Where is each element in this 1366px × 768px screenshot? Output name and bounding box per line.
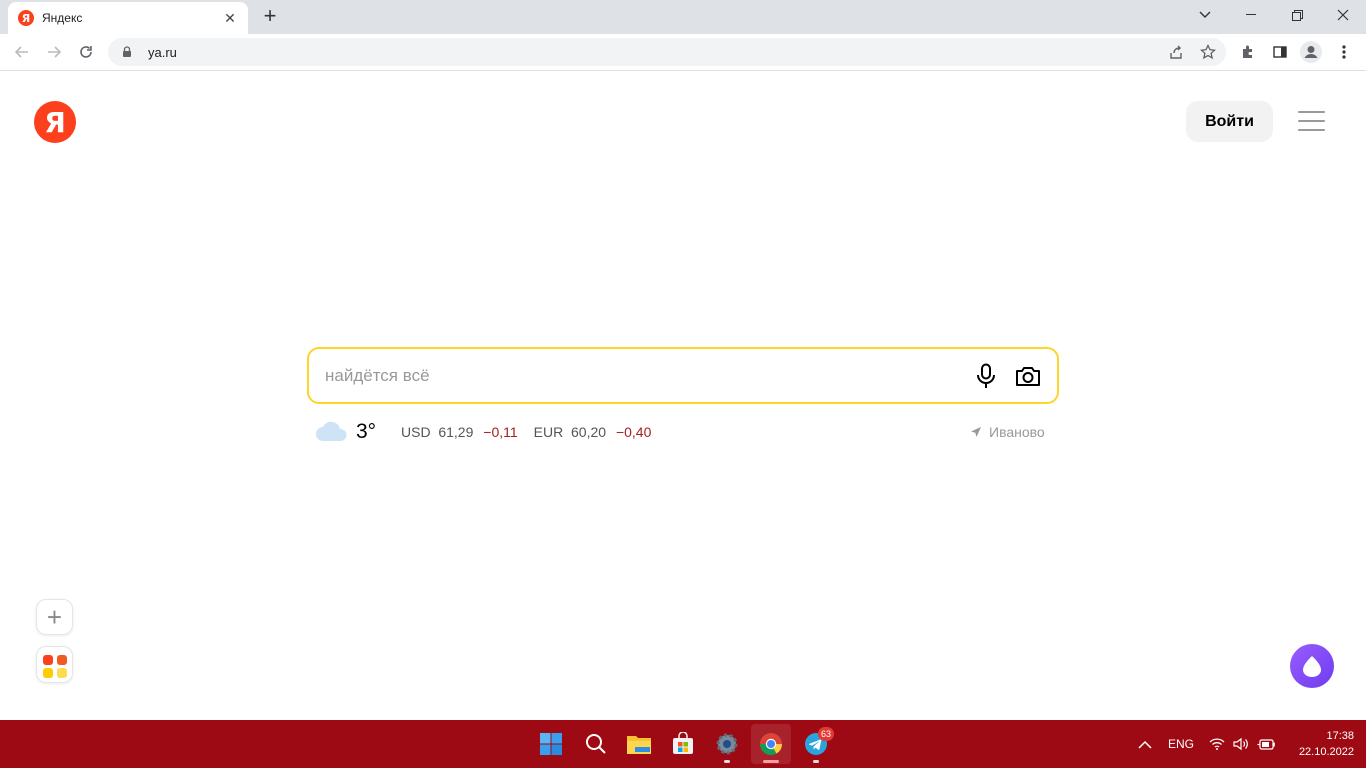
yandex-favicon-icon: Я (18, 10, 34, 26)
services-grid-button[interactable] (36, 646, 73, 683)
battery-icon[interactable] (1257, 720, 1275, 768)
search-box (307, 347, 1059, 404)
start-button[interactable] (531, 724, 571, 764)
tab-title: Яндекс (42, 11, 83, 25)
tab-close-icon[interactable]: ✕ (222, 10, 238, 27)
alice-assistant-button[interactable] (1290, 644, 1334, 688)
camera-search-icon[interactable] (1014, 362, 1042, 390)
rate-eur: EUR 60,20 −0,40 (533, 424, 652, 440)
telegram-icon[interactable]: 63 (796, 724, 836, 764)
browser-toolbar: ya.ru (0, 34, 1366, 71)
close-window-button[interactable] (1320, 0, 1366, 30)
address-bar[interactable]: ya.ru (108, 38, 1226, 66)
taskbar-search-icon[interactable] (576, 724, 616, 764)
back-button[interactable] (10, 40, 34, 64)
forward-button[interactable] (42, 40, 66, 64)
add-service-button[interactable]: + (36, 599, 73, 635)
extensions-icon[interactable] (1237, 41, 1259, 63)
reload-button[interactable] (74, 40, 98, 64)
new-tab-button[interactable]: + (258, 5, 282, 29)
tab-search-chevron-icon[interactable] (1182, 0, 1228, 30)
telegram-unread-badge: 63 (818, 727, 834, 741)
lock-icon (123, 46, 131, 57)
running-indicator (724, 760, 730, 763)
system-clock[interactable]: 17:38 22.10.2022 (1282, 728, 1354, 760)
side-panel-icon[interactable] (1269, 41, 1291, 63)
volume-icon[interactable] (1233, 720, 1249, 768)
rate-usd: USD 61,29 −0,11 (401, 424, 518, 440)
restore-button[interactable] (1274, 0, 1320, 30)
browser-tab-strip: Я Яндекс ✕ + (0, 0, 1366, 34)
location-arrow-icon (971, 427, 981, 437)
profile-avatar-icon[interactable] (1300, 41, 1322, 63)
bookmark-star-icon[interactable] (1197, 41, 1219, 63)
file-explorer-icon[interactable] (619, 724, 659, 764)
settings-gear-icon[interactable] (707, 724, 747, 764)
login-button[interactable]: Войти (1186, 101, 1273, 142)
clock-date: 22.10.2022 (1298, 746, 1354, 758)
microphone-icon[interactable] (972, 362, 1000, 390)
chrome-taskbar-icon[interactable] (751, 724, 791, 764)
services-grid-icon (43, 655, 67, 678)
taskbar: 63 (0, 720, 1366, 768)
location-link[interactable]: Иваново (970, 424, 1045, 440)
search-input[interactable] (325, 363, 945, 389)
share-icon[interactable] (1165, 41, 1187, 63)
active-indicator (763, 760, 779, 763)
language-indicator[interactable]: ENG (1168, 720, 1194, 768)
microsoft-store-icon[interactable] (663, 724, 703, 764)
clock-time: 17:38 (1326, 730, 1354, 742)
cloud-icon (316, 421, 347, 441)
running-indicator (813, 760, 819, 763)
yandex-logo[interactable]: Я (34, 101, 76, 143)
minimize-button[interactable] (1228, 0, 1274, 30)
hamburger-menu-icon[interactable] (1298, 111, 1325, 133)
windows-logo-icon (540, 733, 562, 755)
alice-icon (1303, 656, 1321, 677)
location-name: Иваново (989, 424, 1045, 440)
browser-menu-icon[interactable] (1333, 41, 1355, 63)
weather-widget[interactable]: 3° (314, 418, 376, 446)
currency-rates[interactable]: USD 61,29 −0,11 EUR 60,20 −0,40 (401, 418, 667, 446)
weather-temperature: 3° (356, 420, 377, 443)
browser-tab[interactable]: Я Яндекс ✕ (8, 2, 248, 34)
address-url: ya.ru (148, 44, 177, 60)
wifi-icon[interactable] (1209, 720, 1225, 768)
show-hidden-icons-chevron-icon[interactable] (1138, 720, 1152, 768)
